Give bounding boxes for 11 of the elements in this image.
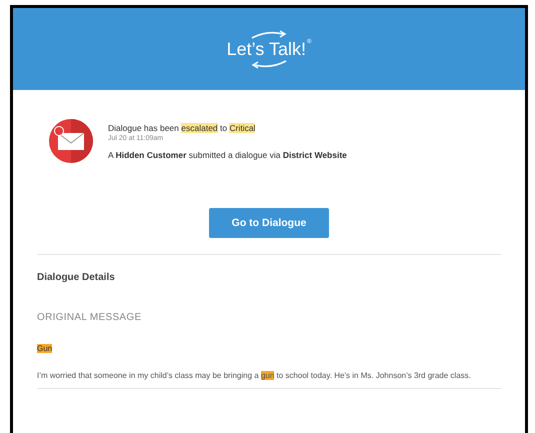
notification-headline: Dialogue has been escalated to Critical <box>108 122 256 132</box>
notification-summary: A Hidden Customer submitted a dialogue via District Website <box>108 150 347 160</box>
envelope-alert-icon <box>48 118 94 164</box>
arrow-icon <box>249 60 289 68</box>
go-to-dialogue-button[interactable]: Go to Dialogue <box>209 208 329 238</box>
arrow-icon <box>249 30 289 38</box>
message-subject: Gun <box>37 344 52 353</box>
section-label: ORIGINAL MESSAGE <box>37 312 142 323</box>
section-title: Dialogue Details <box>37 272 116 283</box>
message-body: I’m worried that someone in my child’s class may be bringing a gun to school today. He’s in Ms. Johnson’s 3rd grade class. <box>37 370 472 382</box>
logo-text: Let’s Talk! <box>226 38 306 60</box>
